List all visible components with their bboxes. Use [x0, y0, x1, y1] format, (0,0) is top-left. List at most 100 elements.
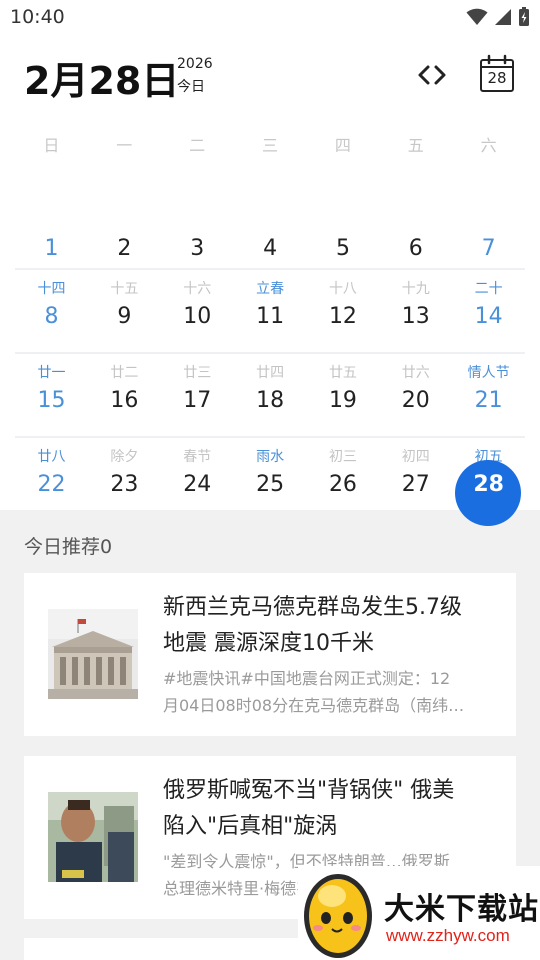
code-view-button[interactable]	[414, 60, 450, 90]
status-bar: 10:40	[0, 0, 540, 36]
calendar-day[interactable]: 十九 13	[379, 270, 452, 354]
day-number: 19	[328, 388, 357, 413]
day-number: 24	[183, 472, 212, 497]
day-number: 14	[474, 304, 503, 329]
calendar-day[interactable]: 4	[234, 228, 307, 270]
header: 2月28日 2026 今日 28	[0, 36, 540, 116]
calendar-day[interactable]: 7	[452, 228, 525, 270]
lunar-date-label: 雨水	[256, 449, 285, 465]
weekday-label: 三	[262, 136, 279, 155]
watermark-url: www.zzhyw.com	[386, 926, 510, 945]
calendar-day[interactable]: 2	[88, 228, 161, 270]
lunar-date-label: 十八	[328, 281, 357, 297]
current-date-title: 2月28日	[24, 59, 180, 103]
calendar-day[interactable]: 廿六 20	[379, 354, 452, 438]
day-number: 28	[473, 472, 504, 497]
lunar-date-label: 廿一	[37, 365, 66, 381]
calendar-day[interactable]: 情人节 21	[452, 354, 525, 438]
egg-mascot-icon	[304, 874, 372, 958]
calendar-day[interactable]: 廿三 17	[161, 354, 234, 438]
lunar-date-label: 廿八	[37, 449, 66, 465]
day-number: 13	[401, 304, 430, 329]
day-number: 22	[37, 472, 66, 497]
current-year: 2026	[177, 56, 213, 72]
calendar-screen: 10:40 2月28日 2026 今日 28 日 一 二 三 四 五 六 1 2…	[0, 0, 540, 960]
today-label: 今日	[177, 79, 205, 95]
day-number: 20	[401, 388, 430, 413]
calendar-day[interactable]: 立春 11	[234, 270, 307, 354]
calendar-day[interactable]: 十八 12	[306, 270, 379, 354]
calendar-day[interactable]: 十六 10	[161, 270, 234, 354]
day-number: 9	[117, 304, 132, 329]
day-number: 18	[256, 388, 285, 413]
calendar-day[interactable]: 廿四 18	[234, 354, 307, 438]
lunar-date-label: 廿四	[256, 365, 285, 381]
calendar-day[interactable]: 廿五 19	[306, 354, 379, 438]
calendar-day[interactable]: 廿一 15	[15, 354, 88, 438]
day-number: 25	[256, 472, 285, 497]
news-thumbnail	[48, 792, 138, 882]
news-headline: 新西兰克马德克群岛发生5.7级 地震 震源深度10千米	[163, 590, 498, 662]
calendar-icon-day: 28	[487, 69, 507, 87]
lunar-date-label: 廿三	[183, 365, 212, 381]
day-number: 2	[117, 236, 132, 261]
headline-line: 新西兰克马德克群岛发生5.7级	[163, 595, 462, 620]
status-time: 10:40	[10, 6, 65, 28]
calendar-week-row: 廿一 15 廿二 16 廿三 17 廿四 18 廿五 19 廿六 20 情人节 21	[15, 354, 525, 438]
lunar-date-label: 春节	[183, 449, 212, 465]
day-number: 17	[183, 388, 212, 413]
watermark-name: 大米下载站	[384, 892, 539, 927]
lunar-date-label: 初三	[328, 449, 357, 465]
weekday-label: 二	[189, 136, 206, 155]
day-number: 26	[328, 472, 357, 497]
summary-line: #地震快讯#中国地震台网正式测定：12	[163, 669, 451, 688]
jump-to-today-button[interactable]: 28	[478, 54, 516, 94]
calendar-week-row: 十四 8 十五 9 十六 10 立春 11 十八 12 十九 13 二十 14	[15, 270, 525, 354]
wifi-icon	[466, 8, 488, 25]
news-summary: #地震快讯#中国地震台网正式测定：12 月04日08时08分在克马德克群岛（南纬…	[163, 665, 498, 719]
news-headline: 俄罗斯喊冤不当"背锅侠" 俄美 陷入"后真相"旋涡	[163, 773, 498, 845]
calendar-grid: 1 2 3 4 5 6 7 十四 8 十五 9 十六 10 立春 11 十八 12 十九 13 二十 14 廿一 15 廿二 1…	[15, 228, 525, 526]
lunar-date-label: 除夕	[110, 449, 139, 465]
weekday-label: 六	[480, 136, 497, 155]
code-brackets-icon	[418, 65, 446, 85]
day-number: 15	[37, 388, 66, 413]
calendar-day[interactable]: 5	[306, 228, 379, 270]
headline-line: 俄罗斯喊冤不当"背锅侠" 俄美	[163, 778, 455, 803]
calendar-day[interactable]: 十四 8	[15, 270, 88, 354]
recommend-title: 今日推荐0	[24, 536, 113, 558]
battery-icon	[519, 7, 529, 26]
day-number: 6	[408, 236, 423, 261]
lunar-date-label: 十五	[110, 281, 139, 297]
watermark: 大米下载站 www.zzhyw.com	[298, 866, 540, 960]
day-number: 21	[474, 388, 503, 413]
calendar-day[interactable]: 廿二 16	[88, 354, 161, 438]
calendar-day[interactable]: 十五 9	[88, 270, 161, 354]
calendar-day[interactable]: 3	[161, 228, 234, 270]
weekday-header: 日 一 二 三 四 五 六	[15, 132, 525, 158]
lunar-date-label: 十四	[37, 281, 66, 297]
lunar-date-label: 廿六	[401, 365, 430, 381]
lunar-date-label: 十九	[401, 281, 430, 297]
day-number: 8	[44, 304, 59, 329]
day-number: 1	[44, 236, 59, 261]
headline-line: 地震 震源深度10千米	[163, 631, 374, 656]
weekday-label: 日	[43, 136, 60, 155]
day-number: 10	[183, 304, 212, 329]
calendar-day[interactable]: 二十 14	[452, 270, 525, 354]
calendar-day[interactable]: 6	[379, 228, 452, 270]
lunar-date-label: 廿五	[328, 365, 357, 381]
lunar-date-label: 十六	[183, 281, 212, 297]
day-number: 3	[190, 236, 205, 261]
calendar-week-row: 1 2 3 4 5 6 7	[15, 228, 525, 270]
day-number: 27	[401, 472, 430, 497]
day-number: 16	[110, 388, 139, 413]
calendar-day-selected[interactable]: 初五 28	[452, 438, 525, 526]
day-number: 7	[481, 236, 496, 261]
weekday-label: 五	[407, 136, 424, 155]
news-card[interactable]: 新西兰克马德克群岛发生5.7级 地震 震源深度10千米 #地震快讯#中国地震台网…	[24, 573, 516, 736]
day-number: 11	[256, 304, 285, 329]
lunar-date-label: 初四	[401, 449, 430, 465]
lunar-date-label: 情人节	[467, 365, 510, 381]
calendar-day[interactable]: 1	[15, 228, 88, 270]
